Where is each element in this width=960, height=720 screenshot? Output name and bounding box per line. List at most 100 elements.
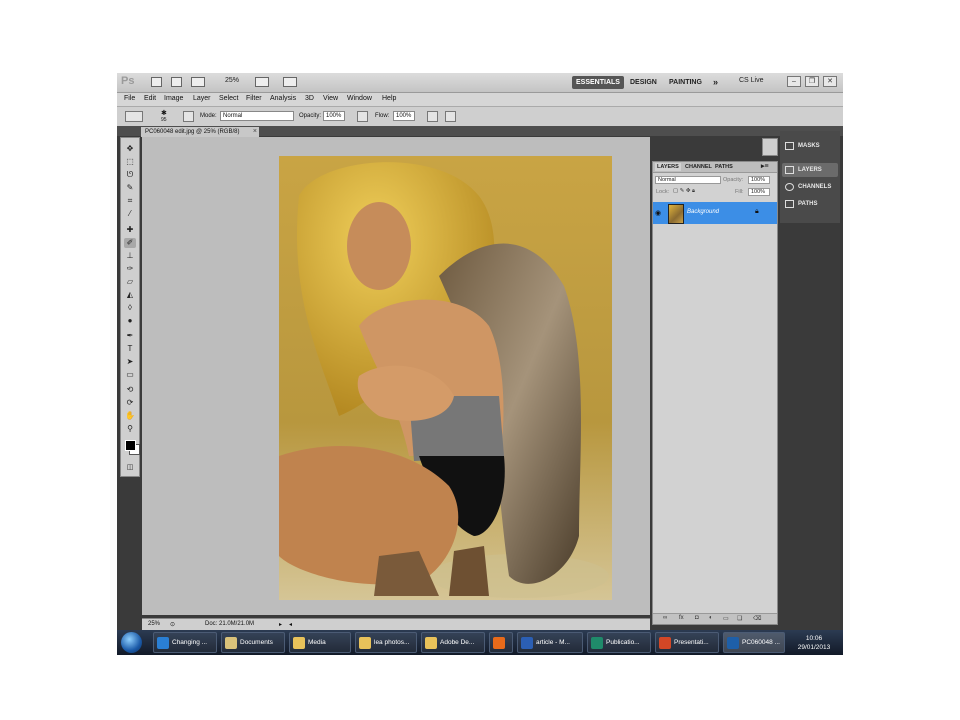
eraser-tool-icon[interactable]: ▱ — [124, 277, 136, 287]
taskbar-item-photoshop[interactable]: PC060048 ... — [723, 632, 785, 653]
healing-brush-tool-icon[interactable]: ✚ — [124, 225, 136, 235]
restore-icon[interactable]: ❐ — [805, 76, 819, 87]
tab-paths[interactable]: PATHS — [715, 163, 733, 171]
workspace-painting-button[interactable]: PAINTING — [665, 76, 706, 89]
layer-opacity-input[interactable]: 100% — [748, 176, 770, 184]
taskbar-item-ie[interactable]: Changing ... — [153, 632, 217, 653]
fill-input[interactable]: 100% — [748, 188, 770, 196]
cs-live-menu[interactable]: CS Live — [739, 77, 764, 84]
scroll-left-icon[interactable]: ◂ — [289, 621, 292, 628]
taskbar-item-media[interactable]: Media — [289, 632, 351, 653]
clone-stamp-tool-icon[interactable]: ⊥ — [124, 251, 136, 261]
document-photo[interactable] — [279, 156, 612, 600]
more-workspaces-icon[interactable]: » — [709, 76, 722, 89]
quick-selection-tool-icon[interactable]: ✎ — [124, 183, 136, 193]
3d-rotate-tool-icon[interactable]: ⟲ — [124, 385, 136, 395]
menu-file[interactable]: File — [124, 95, 135, 102]
status-zoom-icon[interactable]: ⊙ — [170, 621, 175, 628]
menu-help[interactable]: Help — [382, 95, 396, 102]
taskbar-item-word[interactable]: article - M... — [517, 632, 583, 653]
close-document-icon[interactable]: × — [253, 127, 257, 137]
new-group-icon[interactable]: ▭ — [723, 615, 729, 622]
layer-visibility-eye-icon[interactable]: ◉ — [655, 209, 661, 217]
adjustment-layer-icon[interactable]: ◐ — [709, 615, 713, 621]
path-selection-tool-icon[interactable]: ➤ — [124, 357, 136, 367]
eyedropper-tool-icon[interactable]: ⁄ — [124, 209, 136, 219]
bridge-icon[interactable] — [151, 77, 162, 87]
zoom-tool-icon[interactable]: ⚲ — [124, 424, 136, 434]
foreground-color-swatch[interactable] — [125, 440, 136, 451]
airbrush-icon[interactable] — [427, 111, 438, 122]
blur-tool-icon[interactable]: ◊ — [124, 303, 136, 313]
view-extras-icon[interactable] — [191, 77, 205, 87]
panel-menu-icon[interactable]: ▸≡ — [761, 163, 769, 171]
taskbar-item-documents[interactable]: Documents — [221, 632, 285, 653]
layer-style-icon[interactable]: fx — [679, 615, 684, 621]
document-canvas-area[interactable] — [142, 137, 650, 615]
menu-filter[interactable]: Filter — [246, 95, 262, 102]
menu-3d[interactable]: 3D — [305, 95, 314, 102]
pressure-size-icon[interactable] — [445, 111, 456, 122]
status-zoom-value[interactable]: 25% — [148, 621, 160, 627]
opacity-input[interactable]: 100% — [323, 111, 345, 121]
add-mask-icon[interactable]: ◘ — [695, 615, 699, 621]
menu-view[interactable]: View — [323, 95, 338, 102]
close-icon[interactable]: ✕ — [823, 76, 837, 87]
taskbar-item-publisher[interactable]: Publicatio... — [587, 632, 651, 653]
pressure-opacity-icon[interactable] — [357, 111, 368, 122]
link-layers-icon[interactable]: ∞ — [663, 615, 667, 621]
pen-tool-icon[interactable]: ✒ — [124, 331, 136, 341]
start-button[interactable] — [121, 632, 142, 653]
workspace-essentials-button[interactable]: ESSENTIALS — [572, 76, 624, 89]
document-tab[interactable]: PC060048 edit.jpg @ 25% (RGB/8) × — [141, 127, 259, 137]
rectangle-tool-icon[interactable]: ▭ — [124, 370, 136, 380]
side-panel-channels[interactable]: CHANNELS — [782, 180, 838, 194]
lock-icons[interactable]: ▢ ✎ ✥ 🔒︎ — [673, 188, 695, 195]
marquee-tool-icon[interactable]: ⬚ — [124, 157, 136, 167]
brush-tool-icon[interactable]: ✐ — [124, 238, 136, 248]
side-panel-layers[interactable]: LAYERS — [782, 163, 838, 177]
lasso-tool-icon[interactable]: ᘎ — [124, 170, 136, 180]
screen-mode-icon[interactable] — [283, 77, 297, 87]
3d-orbit-tool-icon[interactable]: ⟳ — [124, 398, 136, 408]
paint-bucket-tool-icon[interactable]: ◭ — [124, 290, 136, 300]
status-menu-arrow-icon[interactable]: ▸ — [279, 621, 282, 628]
brush-panel-icon[interactable] — [183, 111, 194, 122]
mode-select[interactable]: Normal — [220, 111, 294, 121]
taskbar-item-media-player[interactable] — [489, 632, 513, 653]
taskbar-item-powerpoint[interactable]: Presentati... — [655, 632, 719, 653]
layer-row-background[interactable]: ◉ Background 🔒︎ — [653, 202, 777, 224]
dodge-tool-icon[interactable]: ● — [124, 316, 136, 326]
crop-tool-icon[interactable]: ⌗ — [124, 196, 136, 206]
brush-preview-icon[interactable]: ✱ — [161, 109, 167, 117]
mini-bridge-icon[interactable] — [171, 77, 182, 87]
menu-edit[interactable]: Edit — [144, 95, 156, 102]
tab-channels[interactable]: CHANNEL — [685, 163, 712, 171]
brush-tool-preset-icon[interactable] — [125, 111, 143, 122]
tab-layers[interactable]: LAYERS — [655, 163, 681, 171]
menu-window[interactable]: Window — [347, 95, 372, 102]
side-panel-masks[interactable]: MASKS — [782, 139, 838, 153]
new-layer-icon[interactable]: ❏ — [737, 615, 742, 622]
move-tool-icon[interactable]: ✥ — [124, 144, 136, 154]
menu-analysis[interactable]: Analysis — [270, 95, 296, 102]
type-tool-icon[interactable]: T — [124, 344, 136, 354]
taskbar-clock[interactable]: 10:06 29/01/2013 — [787, 634, 841, 652]
flow-input[interactable]: 100% — [393, 111, 415, 121]
zoom-level-dropdown[interactable]: 25% — [225, 77, 239, 84]
quick-mask-icon[interactable]: ◫ — [124, 463, 136, 473]
taskbar-item-adobe[interactable]: Adobe De... — [421, 632, 485, 653]
taskbar-item-lea-photos[interactable]: lea photos... — [355, 632, 417, 653]
menu-image[interactable]: Image — [164, 95, 183, 102]
workspace-design-button[interactable]: DESIGN — [626, 76, 661, 89]
side-panel-paths[interactable]: PATHS — [782, 197, 838, 211]
history-brush-tool-icon[interactable]: ✑ — [124, 264, 136, 274]
delete-layer-icon[interactable]: ⌫ — [753, 615, 761, 622]
menu-select[interactable]: Select — [219, 95, 238, 102]
blend-mode-select[interactable]: Normal — [655, 176, 721, 184]
menu-layer[interactable]: Layer — [193, 95, 211, 102]
arrange-documents-icon[interactable] — [255, 77, 269, 87]
minimize-icon[interactable]: ‒ — [787, 76, 801, 87]
collapsed-panel-dock[interactable] — [762, 138, 778, 156]
hand-tool-icon[interactable]: ✋ — [124, 411, 136, 421]
